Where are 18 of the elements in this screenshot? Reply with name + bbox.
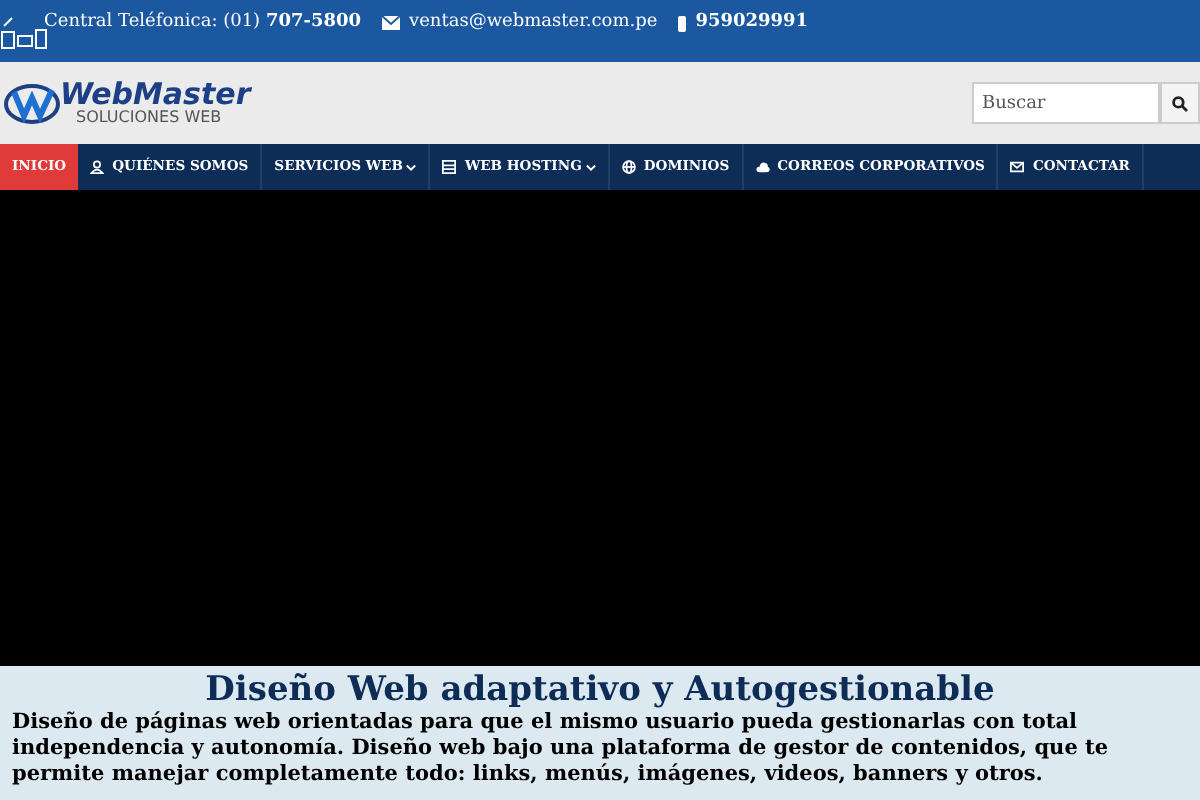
- phone-text: Central Teléfonica: (01) 707-5800: [44, 10, 362, 36]
- mail-icon: [381, 16, 400, 31]
- mail-icon: [1010, 160, 1025, 174]
- search-button[interactable]: [1160, 82, 1200, 124]
- search-field[interactable]: Buscar: [972, 82, 1160, 124]
- hero-text: Diseño de páginas web orientadas para que el mismo usuario pueda gestionarlas con total independencia y autonomía. Diseño web bajo una plataforma de gestor de contenidos, que te permite manejar completamente todo: links, menús, imágenes, videos, banners y otros.: [12, 710, 1111, 788]
- logo-tagline: SOLUCIONES WEB: [74, 110, 224, 126]
- cloud-icon: [755, 160, 770, 174]
- list-icon: [442, 160, 457, 174]
- email-text: ventas@webmaster.com.pe: [409, 10, 658, 36]
- hero-title: Diseño Web adaptativo y Autogestionable: [203, 670, 997, 710]
- logo-text: WebMaster: [60, 80, 251, 110]
- logo-mark-icon: [4, 79, 60, 127]
- mobile-icon: [677, 15, 686, 32]
- search-icon: [1172, 95, 1188, 111]
- mobile-text: 959029991: [695, 10, 809, 36]
- user-icon: [90, 160, 105, 174]
- globe-icon: [621, 160, 636, 174]
